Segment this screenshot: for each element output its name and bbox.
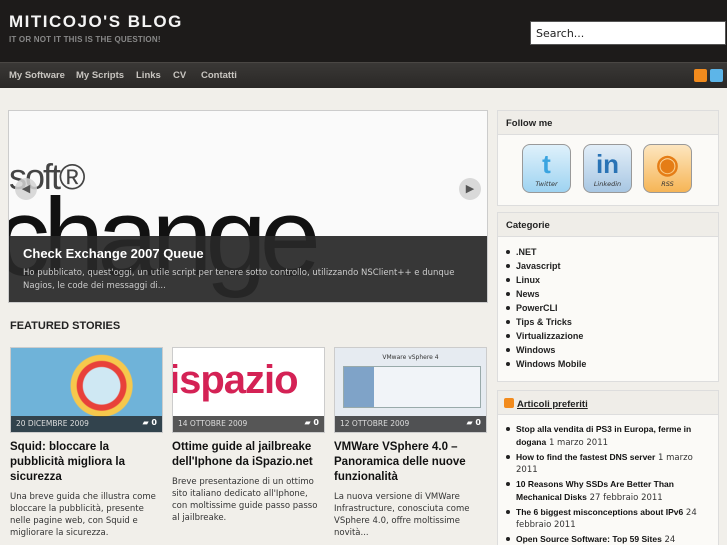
nav-my-software[interactable]: My Software	[9, 70, 65, 81]
category-item[interactable]: Windows	[506, 343, 718, 357]
story-date-bar: 20 DICEMBRE 2009 ▰ 0	[11, 416, 162, 432]
category-item[interactable]: Virtualizzazione	[506, 329, 718, 343]
list-item: 10 Reasons Why SSDs Are Better Than Mech…	[506, 478, 712, 504]
article-link[interactable]: The 6 biggest misconceptions about IPv6	[516, 507, 683, 517]
story-title[interactable]: Squid: bloccare la pubblicità migliora l…	[10, 440, 163, 485]
site-header: MITICOJO'S BLOG IT OR NOT IT THIS IS THE…	[0, 0, 727, 62]
story-title[interactable]: Ottime guide al jailbreake dell'Iphone d…	[172, 440, 325, 470]
search-box[interactable]	[530, 21, 726, 45]
categories-widget: Categorie .NET Javascript Linux News Pow…	[497, 212, 719, 382]
article-date: 1 marzo 2011	[548, 438, 609, 448]
article-list: Stop alla vendita di PS3 in Europa, ferm…	[498, 415, 718, 545]
story-title[interactable]: VMWare VSphere 4.0 – Panoramica delle nu…	[334, 440, 487, 485]
story-thumbnail[interactable]: VMware vSphere 4 12 OTTOBRE 2009 ▰ 0	[334, 347, 487, 433]
slide-title[interactable]: Check Exchange 2007 Queue	[23, 246, 204, 261]
story-excerpt: Una breve guida che illustra come blocca…	[10, 492, 156, 538]
main-nav: My Software My Scripts Links CV Contatti	[0, 62, 727, 88]
site-tagline: IT OR NOT IT THIS IS THE QUESTION!	[9, 35, 161, 44]
linkedin-glyph: in	[595, 149, 620, 179]
story-thumbnail[interactable]: 20 DICEMBRE 2009 ▰ 0	[10, 347, 163, 433]
chevron-right-icon[interactable]: ▶	[459, 178, 481, 200]
rss-icon[interactable]: ◉ RSS	[643, 144, 692, 193]
list-item: The 6 biggest misconceptions about IPv6 …	[506, 506, 712, 531]
story-date: 12 OTTOBRE 2009	[340, 419, 410, 428]
favorite-articles-widget: Articoli preferiti Stop alla vendita di …	[497, 390, 719, 545]
twitter-label: Twitter	[535, 180, 558, 188]
nav-my-scripts[interactable]: My Scripts	[76, 70, 124, 81]
comment-icon: ▰	[304, 418, 311, 427]
list-item: How to find the fastest DNS server 1 mar…	[506, 451, 712, 476]
category-item[interactable]: .NET	[506, 245, 718, 259]
search-input[interactable]	[531, 22, 725, 44]
rss-label: RSS	[661, 180, 674, 188]
list-item: Stop alla vendita di PS3 in Europa, ferm…	[506, 423, 712, 449]
slide-excerpt: Ho pubblicato, quest'oggi, un utile scri…	[23, 268, 455, 291]
category-item[interactable]: Tips & Tricks	[506, 315, 718, 329]
category-item[interactable]: News	[506, 287, 718, 301]
thumb-diagram	[343, 366, 481, 408]
story-thumbnail[interactable]: ispazio 14 OTTOBRE 2009 ▰ 0	[172, 347, 325, 433]
slide-caption: Check Exchange 2007 Queue Ho pubblicato,…	[9, 236, 487, 302]
story-date-bar: 14 OTTOBRE 2009 ▰ 0	[173, 416, 324, 432]
twitter-glyph: t	[542, 149, 551, 179]
list-item: Open Source Software: Top 59 Sites 24 fe…	[506, 533, 712, 545]
story-date: 14 OTTOBRE 2009	[178, 419, 248, 428]
category-list: .NET Javascript Linux News PowerCLI Tips…	[498, 237, 718, 371]
favorite-articles-link[interactable]: Articoli preferiti	[517, 399, 588, 410]
chevron-left-icon[interactable]: ◀	[15, 178, 37, 200]
thumb-text: ispazio	[172, 358, 299, 402]
category-item[interactable]: Windows Mobile	[506, 357, 718, 371]
comment-count[interactable]: ▰ 0	[142, 418, 157, 427]
category-item[interactable]: Linux	[506, 273, 718, 287]
twitter-icon[interactable]: t Twitter	[522, 144, 571, 193]
story-date: 20 DICEMBRE 2009	[16, 419, 89, 428]
story-card: ispazio 14 OTTOBRE 2009 ▰ 0 Ottime guide…	[172, 347, 325, 524]
category-item[interactable]: PowerCLI	[506, 301, 718, 315]
rss-glyph: ◉	[656, 149, 679, 179]
featured-slider[interactable]: soft® change ◀ ▶ Check Exchange 2007 Que…	[8, 110, 488, 303]
comment-count[interactable]: ▰ 0	[304, 418, 319, 427]
story-date-bar: 12 OTTOBRE 2009 ▰ 0	[335, 416, 486, 432]
comment-icon: ▰	[466, 418, 473, 427]
site-title[interactable]: MITICOJO'S BLOG	[9, 12, 183, 32]
story-excerpt: Breve presentazione di un ottimo sito it…	[172, 477, 318, 523]
twitter-icon[interactable]	[710, 69, 723, 82]
thumb-text: VMware vSphere 4	[382, 354, 439, 361]
comment-count[interactable]: ▰ 0	[466, 418, 481, 427]
comment-count-value: 0	[475, 418, 481, 427]
follow-widget: Follow me t Twitter in Linkedin ◉ RSS	[497, 110, 719, 206]
comment-icon: ▰	[142, 418, 149, 427]
widget-heading: Follow me	[498, 111, 718, 135]
widget-heading: Articoli preferiti	[498, 391, 718, 415]
rss-icon[interactable]	[694, 69, 707, 82]
rss-icon[interactable]	[504, 398, 514, 408]
widget-heading: Categorie	[498, 213, 718, 237]
story-card: VMware vSphere 4 12 OTTOBRE 2009 ▰ 0 VMW…	[334, 347, 487, 539]
comment-count-value: 0	[313, 418, 319, 427]
category-item[interactable]: Javascript	[506, 259, 718, 273]
article-date: 27 febbraio 2011	[589, 493, 663, 503]
article-link[interactable]: Open Source Software: Top 59 Sites	[516, 534, 662, 544]
nav-links[interactable]: Links	[136, 70, 161, 81]
story-card: 20 DICEMBRE 2009 ▰ 0 Squid: bloccare la …	[10, 347, 163, 539]
featured-heading: FEATURED STORIES	[10, 320, 121, 332]
story-excerpt: La nuova versione di VMWare Infrastructu…	[334, 492, 470, 538]
article-link[interactable]: How to find the fastest DNS server	[516, 452, 655, 462]
nav-contatti[interactable]: Contatti	[201, 70, 237, 81]
nav-cv[interactable]: CV	[173, 70, 186, 81]
linkedin-icon[interactable]: in Linkedin	[583, 144, 632, 193]
comment-count-value: 0	[151, 418, 157, 427]
linkedin-label: Linkedin	[593, 180, 622, 188]
